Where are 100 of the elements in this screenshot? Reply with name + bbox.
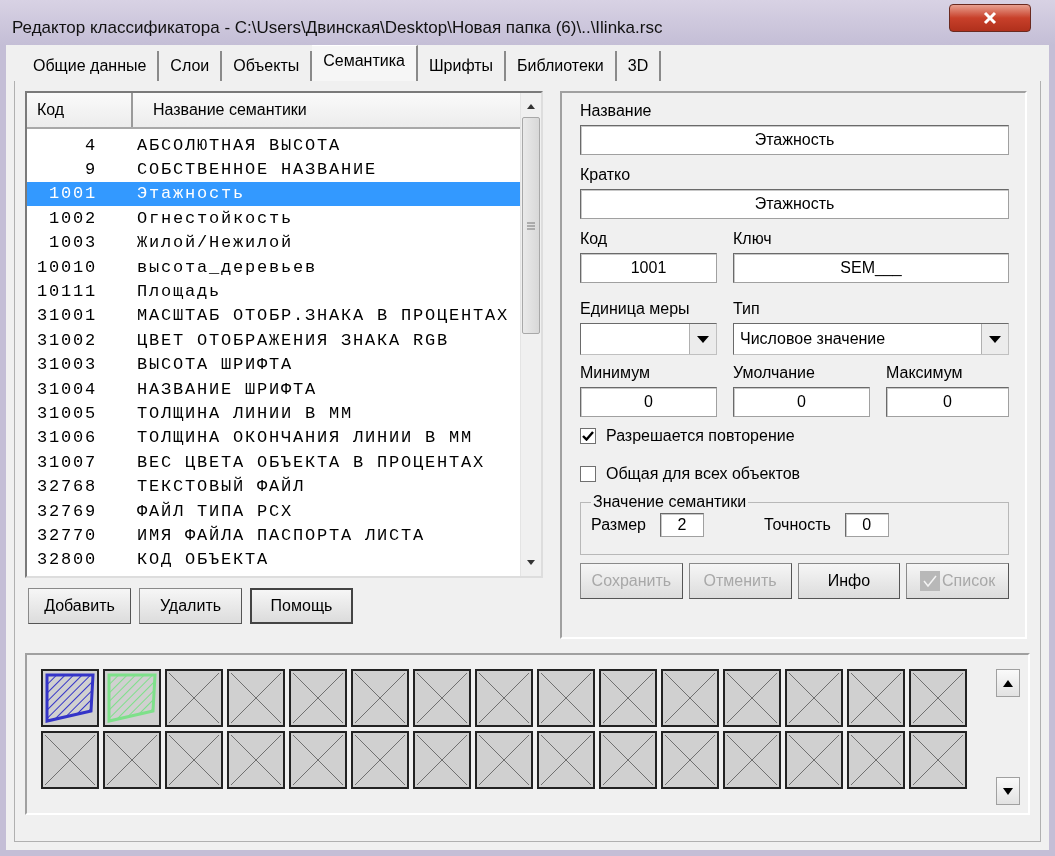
empty-slot-icon[interactable] [537,731,595,789]
button[interactable]: Помощь [250,588,353,624]
scroll-up-icon[interactable] [526,103,536,111]
empty-slot-icon[interactable] [661,669,719,727]
empty-slot-icon[interactable] [227,731,285,789]
type-dropdown[interactable]: Числовое значение [733,323,1009,355]
list-row[interactable]: 10010 высота_деревьев [27,254,520,280]
input-field[interactable]: 2 [660,513,704,537]
name-cell: ТЕКСТОВЫЙ ФАЙЛ [137,477,306,497]
empty-slot-icon[interactable] [537,669,595,727]
scroll-thumb[interactable] [522,117,540,334]
column-header[interactable]: Название семантики [133,93,520,127]
code-cell-text: 32768 [36,477,98,497]
list-row[interactable]: 31007 ВЕС ЦВЕТА ОБЪЕКТА В ПРОЦЕНТАХ [27,450,520,475]
code-cell-text: 4 [84,135,98,155]
group-title: Значение семантики [592,493,748,511]
empty-slot-icon[interactable] [909,731,967,789]
input-field[interactable]: 0 [733,387,870,417]
button[interactable]: Добавить [28,588,131,624]
input-field[interactable]: SEM___ [733,253,1009,283]
empty-slot-icon[interactable] [599,669,657,727]
empty-slot-icon[interactable] [413,731,471,789]
field-label: Ключ [733,229,773,249]
scrollbar[interactable] [520,93,541,576]
code-cell-text: 9 [84,160,98,180]
button[interactable]: Инфо [797,563,901,599]
field-label: Кратко [580,165,632,185]
input-field[interactable]: Этажность [580,125,1009,155]
empty-slot-icon[interactable] [289,669,347,727]
empty-slot-icon[interactable] [599,731,657,789]
empty-slot-icon[interactable] [227,669,285,727]
input-field[interactable]: 0 [844,513,889,537]
field-label: Единица меры [580,299,691,319]
empty-slot-icon[interactable] [785,731,843,789]
scroll-up-icon[interactable] [1003,679,1013,687]
empty-slot-icon[interactable] [723,731,781,789]
input-field[interactable]: 0 [886,387,1009,417]
empty-slot-icon[interactable] [165,669,223,727]
scroll-down-icon[interactable] [1003,787,1013,795]
empty-slot-icon[interactable] [847,731,905,789]
grip-icon [527,221,535,230]
empty-slot-icon[interactable] [909,669,967,727]
scrollbar[interactable] [996,669,1020,805]
scroll-down-icon[interactable] [526,558,536,566]
list-row[interactable]: 9 СОБСТВЕННОЕ НАЗВАНИЕ [27,157,520,182]
name-cell: ЦВЕТ ОТОБРАЖЕНИЯ ЗНАКА RGB [137,330,450,350]
empty-slot-icon[interactable] [41,731,99,789]
list-row[interactable]: 31006 ТОЛЩИНА ОКОНЧАНИЯ ЛИНИИ В ММ [27,425,520,451]
list-row[interactable]: 31005 ТОЛЩИНА ЛИНИИ В ММ [27,401,520,426]
list-row[interactable]: 32769 ФАЙЛ ТИПА PCX [27,498,520,524]
empty-slot-icon[interactable] [661,731,719,789]
list-row[interactable]: 31002 ЦВЕТ ОТОБРАЖЕНИЯ ЗНАКА RGB [27,328,520,353]
list-row[interactable]: 31001 МАСШТАБ ОТОБР.ЗНАКА В ПРОЦЕНТАХ [27,303,520,329]
input-field[interactable]: Этажность [580,189,1009,219]
input-field[interactable]: 1001 [580,253,717,283]
code-cell-text: 1001 [48,184,98,204]
name-cell: ФАЙЛ ТИПА PCX [137,501,294,521]
tab[interactable]: Семантика [312,45,418,81]
code-cell-text: 31005 [36,404,98,423]
close-icon[interactable] [983,11,997,25]
field-label: Код [580,229,609,249]
list-row[interactable]: 1002 Огнестойкость [27,206,520,231]
button[interactable]: Удалить [139,588,242,624]
column-header[interactable]: Код [27,93,133,127]
checkmark-icon [582,431,594,441]
dropdown-icon[interactable] [989,335,1001,343]
list-row[interactable]: 32800 КОД ОБЪЕКТА [27,547,520,573]
code-cell-text: 31006 [36,428,98,448]
input-field[interactable]: 0 [580,387,717,417]
field-label: Название [580,101,653,121]
hatched-area-icon[interactable] [103,669,161,727]
list-row[interactable]: 32770 ИМЯ ФАЙЛА ПАСПОРТА ЛИСТА [27,523,520,548]
code-cell-text: 32769 [36,501,98,521]
empty-slot-icon[interactable] [289,731,347,789]
list-row[interactable]: 32768 ТЕКСТОВЫЙ ФАЙЛ [27,474,520,499]
list-row[interactable]: 10111 Площадь [27,279,520,304]
list-row[interactable]: 31004 НАЗВАНИЕ ШРИФТА [27,376,520,402]
unit-dropdown[interactable] [580,323,717,355]
empty-slot-icon[interactable] [475,731,533,789]
empty-slot-icon[interactable] [165,731,223,789]
dropdown-icon[interactable] [697,335,709,343]
empty-slot-icon[interactable] [723,669,781,727]
name-cell: Жилой/Нежилой [137,233,294,253]
checkbox[interactable] [580,466,596,482]
list-row[interactable]: 31003 ВЫСОТА ШРИФТА [27,352,520,377]
empty-slot-icon[interactable] [413,669,471,727]
field-label: Тип [733,299,761,319]
hatched-area-icon[interactable] [41,669,99,727]
empty-slot-icon[interactable] [351,669,409,727]
empty-slot-icon[interactable] [475,669,533,727]
semantics-list[interactable] [25,91,543,578]
empty-slot-icon[interactable] [103,731,161,789]
empty-slot-icon[interactable] [847,669,905,727]
empty-slot-icon[interactable] [785,669,843,727]
list-row[interactable]: 4 АБСОЛЮТНАЯ ВЫСОТА [27,133,520,158]
code-cell-text: 1003 [48,233,98,253]
list-row[interactable]: 1003 Жилой/Нежилой [27,230,520,255]
empty-slot-icon[interactable] [351,731,409,789]
close-button[interactable] [949,4,1031,32]
checkbox[interactable] [580,428,596,444]
